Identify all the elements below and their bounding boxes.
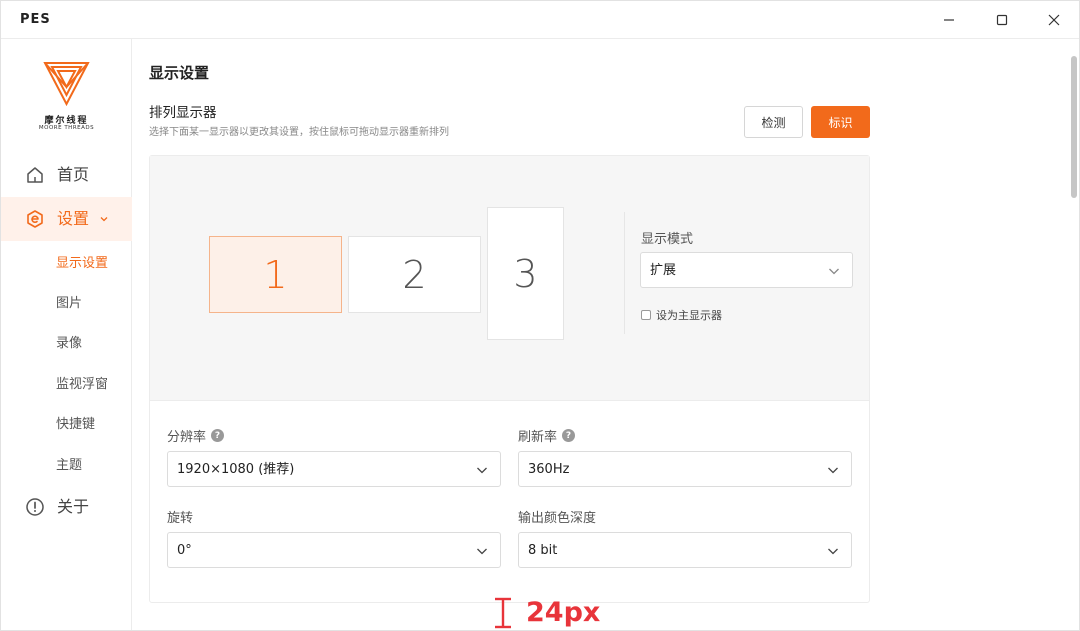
- sidebar-item-label: 首页: [57, 165, 90, 184]
- sidebar-subitem-pictures[interactable]: 图片: [56, 295, 82, 313]
- sidebar-subitem-recording[interactable]: 录像: [56, 335, 82, 353]
- main-content: 显示设置 排列显示器 选择下面某一显示器以更改其设置，按住鼠标可拖动显示器重新排…: [132, 39, 1079, 630]
- sidebar-subitem-overlay[interactable]: 监视浮窗: [56, 376, 108, 394]
- identify-button[interactable]: 标识: [811, 106, 870, 138]
- checkbox-box[interactable]: [641, 310, 651, 320]
- monitor-2[interactable]: 2: [348, 236, 481, 313]
- resolution-select[interactable]: 1920×1080 (推荐): [167, 451, 501, 487]
- arrange-subtitle: 选择下面某一显示器以更改其设置，按住鼠标可拖动显示器重新排列: [149, 127, 449, 138]
- moore-threads-logo-icon: [43, 62, 90, 106]
- brand-logo: 摩尔线程 MOORE THREADS: [1, 61, 132, 141]
- detect-button[interactable]: 检测: [744, 106, 803, 138]
- divider: [624, 212, 625, 334]
- home-icon: [27, 167, 43, 183]
- spacing-marker-icon: [495, 597, 511, 629]
- sidebar: 摩尔线程 MOORE THREADS 首页 设置 显示设置 图片 录像 监视浮窗…: [1, 39, 132, 630]
- maximize-icon: [996, 14, 1008, 26]
- page-title: 显示设置: [149, 64, 210, 82]
- close-button[interactable]: [1037, 7, 1071, 33]
- app-window: PES 摩尔线程 MOORE THREADS 首页 设置 显示设置 图片 录像 …: [0, 0, 1080, 631]
- color-depth-value: 8 bit: [528, 543, 558, 558]
- resolution-label-text: 分辨率: [167, 430, 207, 445]
- display-settings-panel: 1 2 3 显示模式 扩展 设为主显示器 分辨率 ? 1920×1080 (推荐…: [149, 155, 870, 603]
- set-primary-checkbox[interactable]: 设为主显示器: [641, 307, 722, 323]
- scrollbar-thumb[interactable]: [1071, 56, 1077, 198]
- sidebar-item-settings[interactable]: 设置: [1, 197, 132, 241]
- color-depth-select[interactable]: 8 bit: [518, 532, 852, 568]
- spacing-annotation: 24px: [492, 596, 600, 630]
- maximize-button[interactable]: [985, 7, 1019, 33]
- info-icon: [26, 498, 44, 516]
- sidebar-subitem-theme[interactable]: 主题: [56, 457, 82, 475]
- refresh-rate-label: 刷新率 ?: [518, 426, 576, 445]
- sidebar-item-label: 关于: [57, 497, 90, 516]
- refresh-rate-select[interactable]: 360Hz: [518, 451, 852, 487]
- close-icon: [1048, 14, 1060, 26]
- refresh-rate-value: 360Hz: [528, 462, 570, 477]
- arrange-title: 排列显示器: [149, 105, 217, 121]
- rotation-label: 旋转: [167, 511, 194, 526]
- spacing-annotation-text: 24px: [526, 597, 601, 628]
- chevron-down-icon: [829, 268, 839, 275]
- app-title: PES: [20, 12, 51, 27]
- minimize-icon: [944, 19, 954, 21]
- chevron-down-icon: [828, 467, 838, 474]
- monitor-3[interactable]: 3: [487, 207, 564, 340]
- color-depth-label: 输出颜色深度: [518, 511, 597, 526]
- help-icon[interactable]: ?: [211, 429, 225, 442]
- display-mode-value: 扩展: [650, 263, 677, 278]
- help-icon[interactable]: ?: [562, 429, 576, 442]
- monitor-arrangement-area: 1 2 3 显示模式 扩展 设为主显示器: [150, 156, 869, 401]
- chevron-down-icon: [477, 548, 487, 555]
- logo-text-en: MOORE THREADS: [38, 125, 95, 131]
- set-primary-label: 设为主显示器: [656, 309, 722, 322]
- rotation-value: 0°: [177, 543, 192, 558]
- settings-icon: [27, 210, 43, 228]
- sidebar-subitem-display[interactable]: 显示设置: [56, 255, 108, 273]
- display-mode-label: 显示模式: [641, 232, 694, 247]
- resolution-label: 分辨率 ?: [167, 426, 225, 445]
- chevron-down-icon: [100, 217, 108, 222]
- refresh-rate-label-text: 刷新率: [518, 430, 558, 445]
- title-bar: PES: [1, 1, 1079, 39]
- sidebar-item-home[interactable]: 首页: [1, 153, 132, 197]
- sidebar-item-about[interactable]: 关于: [1, 485, 132, 529]
- chevron-down-icon: [477, 467, 487, 474]
- sidebar-item-label: 设置: [57, 209, 90, 228]
- chevron-down-icon: [828, 548, 838, 555]
- rotation-select[interactable]: 0°: [167, 532, 501, 568]
- monitor-1[interactable]: 1: [209, 236, 342, 313]
- minimize-button[interactable]: [932, 7, 966, 33]
- sidebar-subitem-hotkeys[interactable]: 快捷键: [56, 416, 95, 434]
- display-mode-select[interactable]: 扩展: [640, 252, 853, 288]
- resolution-value: 1920×1080 (推荐): [177, 462, 295, 477]
